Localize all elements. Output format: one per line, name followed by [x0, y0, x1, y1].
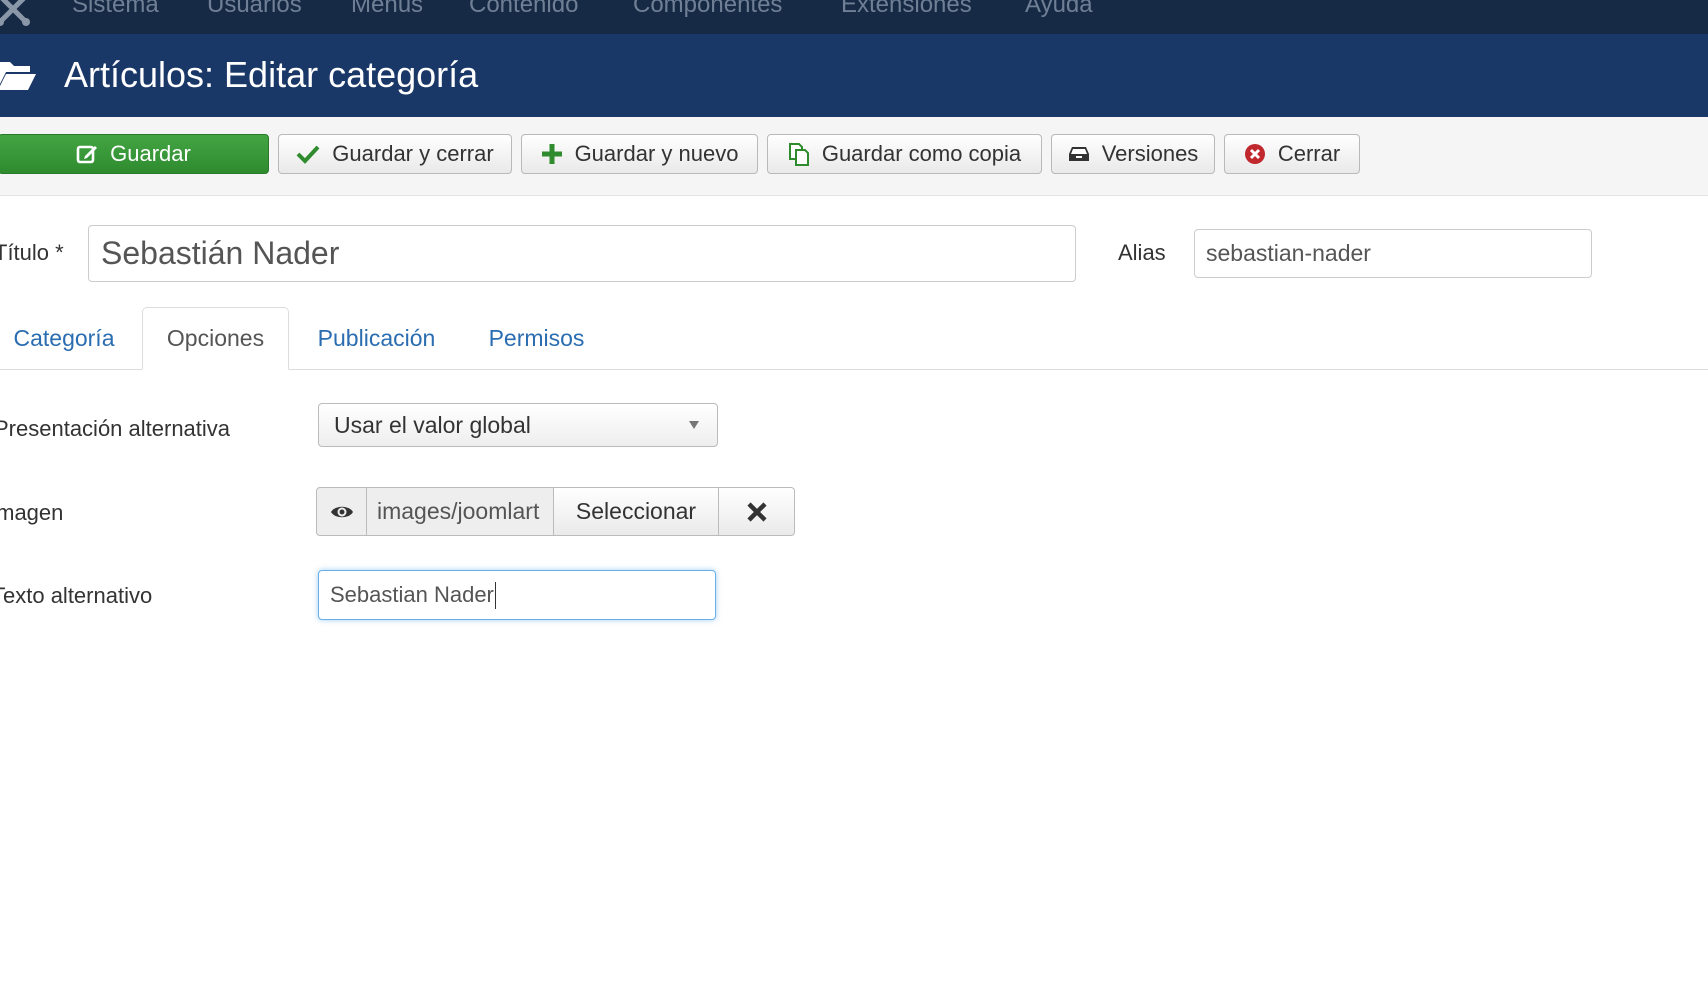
save-button[interactable]: Guardar — [0, 134, 269, 174]
dropdown-arrow-icon — [689, 421, 699, 429]
plus-icon — [541, 144, 562, 164]
text-cursor — [494, 581, 496, 609]
tab-opciones[interactable]: Opciones — [142, 307, 289, 370]
save-new-label: Guardar y nuevo — [574, 141, 739, 166]
title-label: Título * — [0, 240, 64, 265]
alt-text-input[interactable]: Sebastian Nader — [318, 570, 716, 620]
top-navigation: Sistema Usuarios Menús Contenido Compone… — [0, 0, 1708, 34]
image-label: Imagen — [0, 500, 64, 525]
tab-categoria[interactable]: Categoría — [0, 307, 128, 370]
image-clear-button[interactable] — [719, 487, 795, 536]
save-copy-label: Guardar como copia — [821, 141, 1022, 166]
image-media-field: images/joomlart Seleccionar — [316, 487, 795, 536]
page-title: Artículos: Editar categoría — [64, 54, 479, 95]
nav-menus[interactable]: Menús — [351, 0, 423, 20]
copy-icon — [788, 143, 809, 166]
layout-select-value: Usar el valor global — [334, 411, 531, 438]
folder-open-icon — [0, 62, 36, 90]
alt-text-label: Texto alternativo — [0, 583, 153, 608]
tab-publicacion[interactable]: Publicación — [298, 307, 455, 370]
save-close-label: Guardar y cerrar — [332, 141, 494, 166]
title-input[interactable]: Sebastián Nader — [88, 225, 1076, 282]
layout-label: Presentación alternativa — [0, 416, 231, 441]
nav-ayuda[interactable]: Ayuda — [1025, 0, 1093, 20]
joomla-logo-icon[interactable] — [0, 0, 32, 26]
layout-select[interactable]: Usar el valor global — [318, 403, 718, 447]
archive-icon — [1068, 147, 1089, 161]
nav-componentes[interactable]: Componentes — [633, 0, 782, 20]
alt-text-value: Sebastian Nader — [330, 582, 494, 607]
image-select-button[interactable]: Seleccionar — [554, 487, 719, 536]
nav-contenido[interactable]: Contenido — [469, 0, 578, 20]
alias-input[interactable]: sebastian-nader — [1194, 229, 1592, 278]
nav-usuarios[interactable]: Usuarios — [207, 0, 302, 20]
close-button[interactable]: Cerrar — [1224, 134, 1360, 174]
tab-permisos[interactable]: Permisos — [472, 307, 601, 370]
close-label: Cerrar — [1277, 141, 1341, 166]
save-close-button[interactable]: Guardar y cerrar — [278, 134, 512, 174]
edit-icon — [76, 145, 98, 164]
image-path-field: images/joomlart — [367, 487, 554, 536]
versions-button[interactable]: Versiones — [1051, 134, 1215, 174]
close-icon — [746, 501, 767, 522]
nav-sistema[interactable]: Sistema — [72, 0, 159, 20]
alias-label: Alias — [1118, 240, 1166, 265]
toolbar: Guardar Guardar y cerrar Guardar y nuevo… — [0, 117, 1708, 196]
page-header: Artículos: Editar categoría — [0, 34, 1708, 117]
close-circle-icon — [1244, 144, 1265, 164]
save-new-button[interactable]: Guardar y nuevo — [521, 134, 758, 174]
versions-label: Versiones — [1101, 141, 1199, 166]
nav-extensiones[interactable]: Extensiones — [841, 0, 972, 20]
save-copy-button[interactable]: Guardar como copia — [767, 134, 1042, 174]
eye-icon — [330, 506, 353, 517]
save-button-label: Guardar — [110, 141, 191, 166]
check-icon — [296, 145, 320, 164]
image-preview-button[interactable] — [316, 487, 367, 536]
